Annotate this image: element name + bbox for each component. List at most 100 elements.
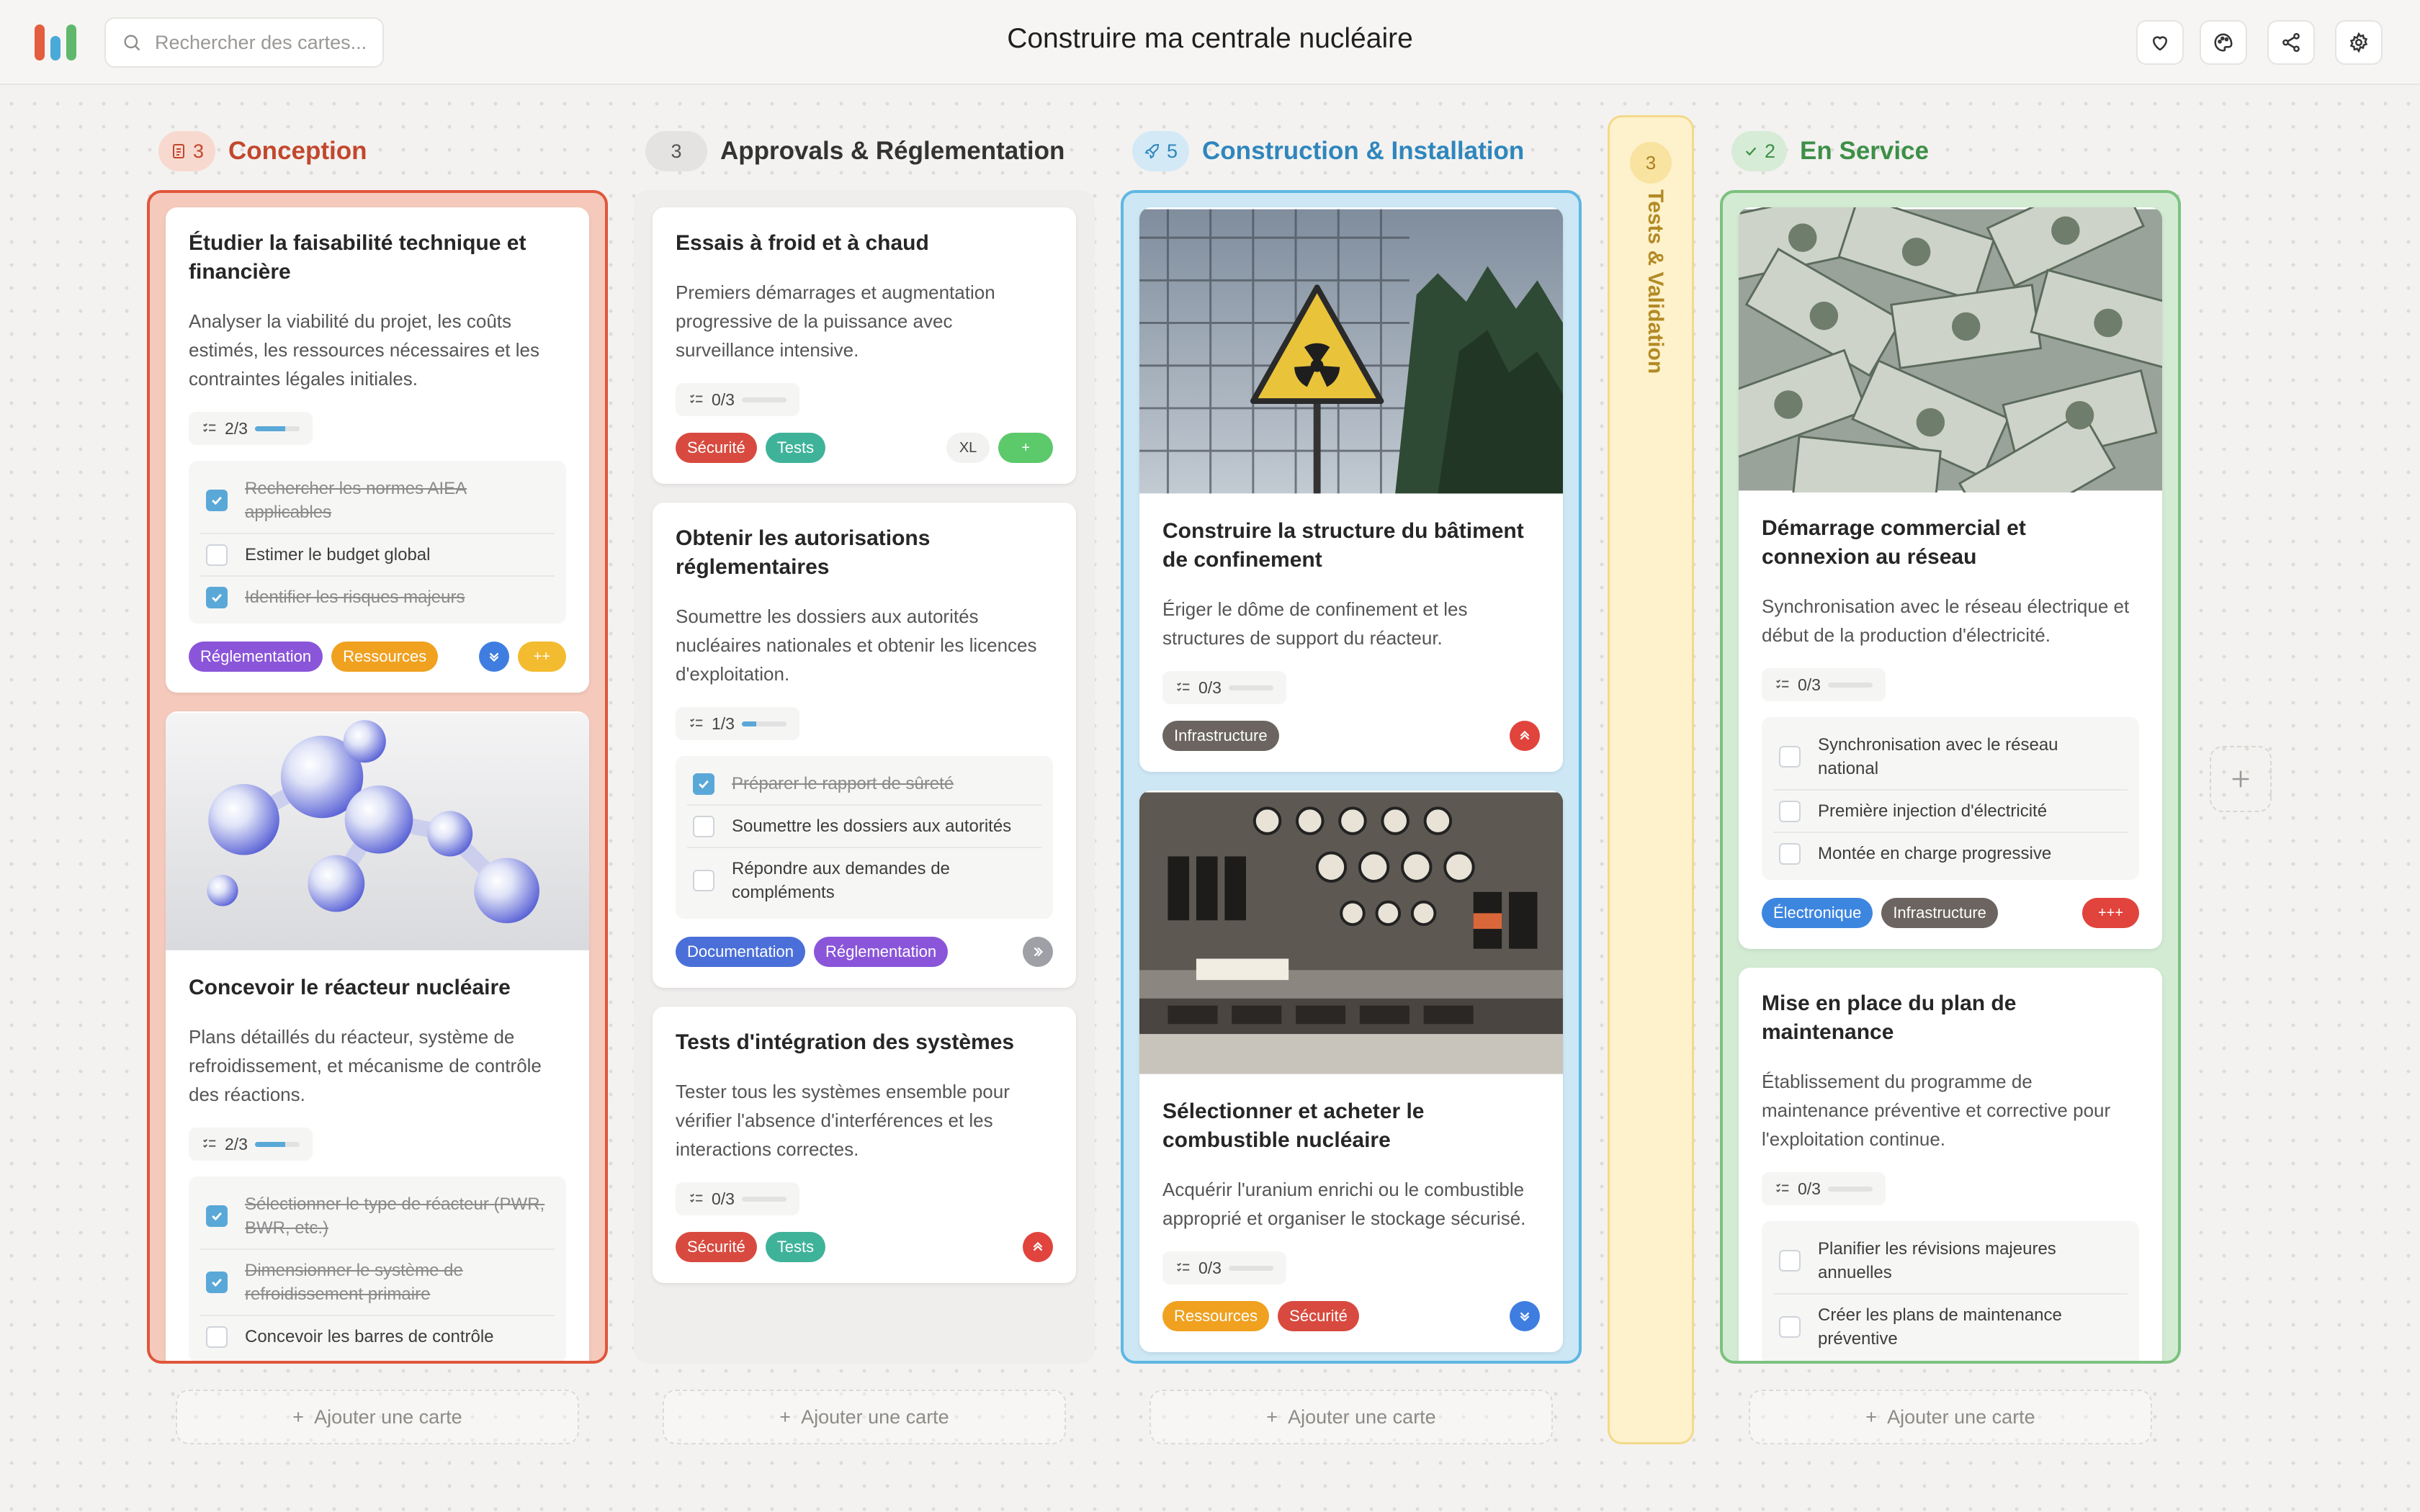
checkbox[interactable] [206,1272,228,1293]
add-card-button[interactable]: + Ajouter une carte [1749,1390,2152,1444]
checklist-item[interactable]: Créer les plans de maintenance préventiv… [1773,1295,2128,1359]
checklist-item[interactable]: Concevoir les barres de contrôle [200,1316,555,1357]
size-badge[interactable]: XL [946,433,990,463]
checkbox[interactable] [1779,800,1801,822]
column-count-badge: 2 [1731,131,1788,171]
tag-infrastructure[interactable]: Infrastructure [1162,721,1279,751]
checkbox[interactable] [1779,1250,1801,1272]
tag-ressources[interactable]: Ressources [1162,1301,1270,1331]
checklist-icon [203,423,216,432]
card[interactable]: Essais à froid et à chaud Premiers démar… [653,207,1076,484]
checklist-item[interactable]: Rechercher les normes AIEA applicables [200,468,555,534]
check-icon [1745,147,1757,156]
checkbox[interactable] [206,544,228,566]
card-tags: Sécurité Tests XL + [676,432,1053,464]
column-construction: Construire la structure du bâtiment de c… [1121,190,1582,1364]
size-badge[interactable]: +++ [2081,898,2139,928]
card[interactable]: Démarrage commercial et connexion au rés… [1739,207,2162,949]
palette-icon [2214,33,2233,52]
priority-low-badge[interactable] [478,642,509,672]
checklist-icon [690,718,703,727]
checklist-item[interactable]: Identifier les risques majeurs [200,577,555,618]
checkbox[interactable] [1779,1316,1801,1338]
checkbox[interactable] [206,1205,228,1227]
tag-securite[interactable]: Sécurité [676,1232,757,1262]
card[interactable]: Mise en place du plan de maintenance Éta… [1739,968,2162,1361]
checklist-icon [1177,1262,1190,1272]
checklist-item[interactable]: Première injection d'électricité [1773,791,2128,833]
priority-high-badge[interactable] [1023,1232,1053,1262]
plus-icon: + [292,1405,305,1428]
add-card-button[interactable]: + Ajouter une carte [663,1390,1066,1444]
checkbox[interactable] [206,490,228,511]
checklist-item[interactable]: Synchronisation avec le réseau national [1773,724,2128,791]
checklist-item[interactable]: Préparer le rapport de sûreté [687,763,1041,806]
column-title: Construction & Installation [1202,137,1525,165]
column-header-conception[interactable]: 3 Conception [158,131,367,171]
column-title: Approvals & Réglementation [720,137,1065,165]
checklist-item[interactable]: Dimensionner le système de refroidisseme… [200,1250,555,1316]
board-title[interactable]: Construire ma centrale nucléaire [864,23,1556,55]
checkbox[interactable] [206,586,228,608]
checklist-progress: 0/3 [1762,1172,1886,1205]
checkbox[interactable] [1779,746,1801,768]
add-card-button[interactable]: + Ajouter une carte [176,1390,579,1444]
add-column-button[interactable] [2210,746,2272,812]
tag-securite[interactable]: Sécurité [1278,1301,1359,1331]
tag-documentation[interactable]: Documentation [676,937,805,967]
tag-reglementation[interactable]: Réglementation [813,937,949,967]
checklist-item[interactable]: Répondre aux demandes de compléments [687,848,1041,913]
column-tests-validation-collapsed[interactable]: 3 Tests & Validation [1608,115,1694,1444]
priority-medium-badge[interactable] [1023,937,1053,967]
card-description: Acquérir l'uranium enrichi ou le combust… [1162,1179,1526,1229]
card-title: Concevoir le réacteur nucléaire [189,976,511,999]
column-header-approvals[interactable]: 3 Approvals & Réglementation [645,131,1065,171]
checklist-item[interactable]: Planifier les révisions majeures annuell… [1773,1228,2128,1295]
card[interactable]: Construire la structure du bâtiment de c… [1139,207,1563,772]
checklist-item[interactable]: Estimer le budget global [200,534,555,577]
theme-button[interactable] [2200,20,2247,65]
settings-button[interactable] [2335,20,2383,65]
tag-tests[interactable]: Tests [765,1232,826,1262]
add-card-button[interactable]: + Ajouter une carte [1150,1390,1553,1444]
priority-low-badge[interactable] [1510,1301,1540,1331]
checkbox[interactable] [206,1326,228,1348]
tag-securite[interactable]: Sécurité [676,433,757,463]
app-logo[interactable] [35,23,76,60]
column-header-en-service[interactable]: 2 En Service [1731,131,1929,171]
chevrons-up-icon [1033,1241,1043,1251]
card[interactable]: Sélectionner et acheter le combustible n… [1139,791,1563,1352]
card[interactable]: Tests d'intégration des systèmes Tester … [653,1007,1076,1283]
checkbox[interactable] [693,815,714,837]
share-button[interactable] [2267,20,2315,65]
checklist-item[interactable]: Soumettre les dossiers aux autorités [687,806,1041,848]
card-title: Tests d'intégration des systèmes [676,1030,1015,1054]
tag-ressources[interactable]: Ressources [331,642,439,672]
rocket-icon [1144,143,1160,159]
tag-tests[interactable]: Tests [765,433,826,463]
card[interactable]: Étudier la faisabilité technique et fina… [166,207,589,693]
favorite-button[interactable] [2136,20,2184,65]
tag-reglementation[interactable]: Réglementation [189,642,323,672]
search-input[interactable]: Rechercher des cartes... [104,17,384,68]
tag-electronique[interactable]: Électronique [1762,898,1873,928]
size-badge[interactable]: ++ [517,642,566,672]
checklist-item[interactable]: Sélectionner le type de réacteur (PWR, B… [200,1184,555,1250]
card-tags: Électronique Infrastructure +++ [1762,897,2139,929]
card-title: Construire la structure du bâtiment de c… [1162,519,1524,572]
column-header-construction[interactable]: 5 Construction & Installation [1132,131,1524,171]
checklist-progress: 0/3 [1162,1251,1286,1284]
radiation-sign-photo [1139,209,1563,494]
checklist-item[interactable]: Montée en charge progressive [1773,833,2128,874]
card[interactable]: Concevoir le réacteur nucléaire Plans dé… [166,711,589,1361]
card[interactable]: Obtenir les autorisations réglementaires… [653,503,1076,988]
checklist: Synchronisation avec le réseau national … [1762,717,2139,880]
checklist-progress: 0/3 [676,383,799,416]
priority-high-badge[interactable] [1510,721,1540,751]
checkbox[interactable] [693,773,714,795]
checkbox[interactable] [693,870,714,891]
effort-badge[interactable]: + [998,433,1053,463]
checkbox[interactable] [1779,842,1801,865]
search-placeholder: Rechercher des cartes... [155,31,367,53]
tag-infrastructure[interactable]: Infrastructure [1881,898,1998,928]
